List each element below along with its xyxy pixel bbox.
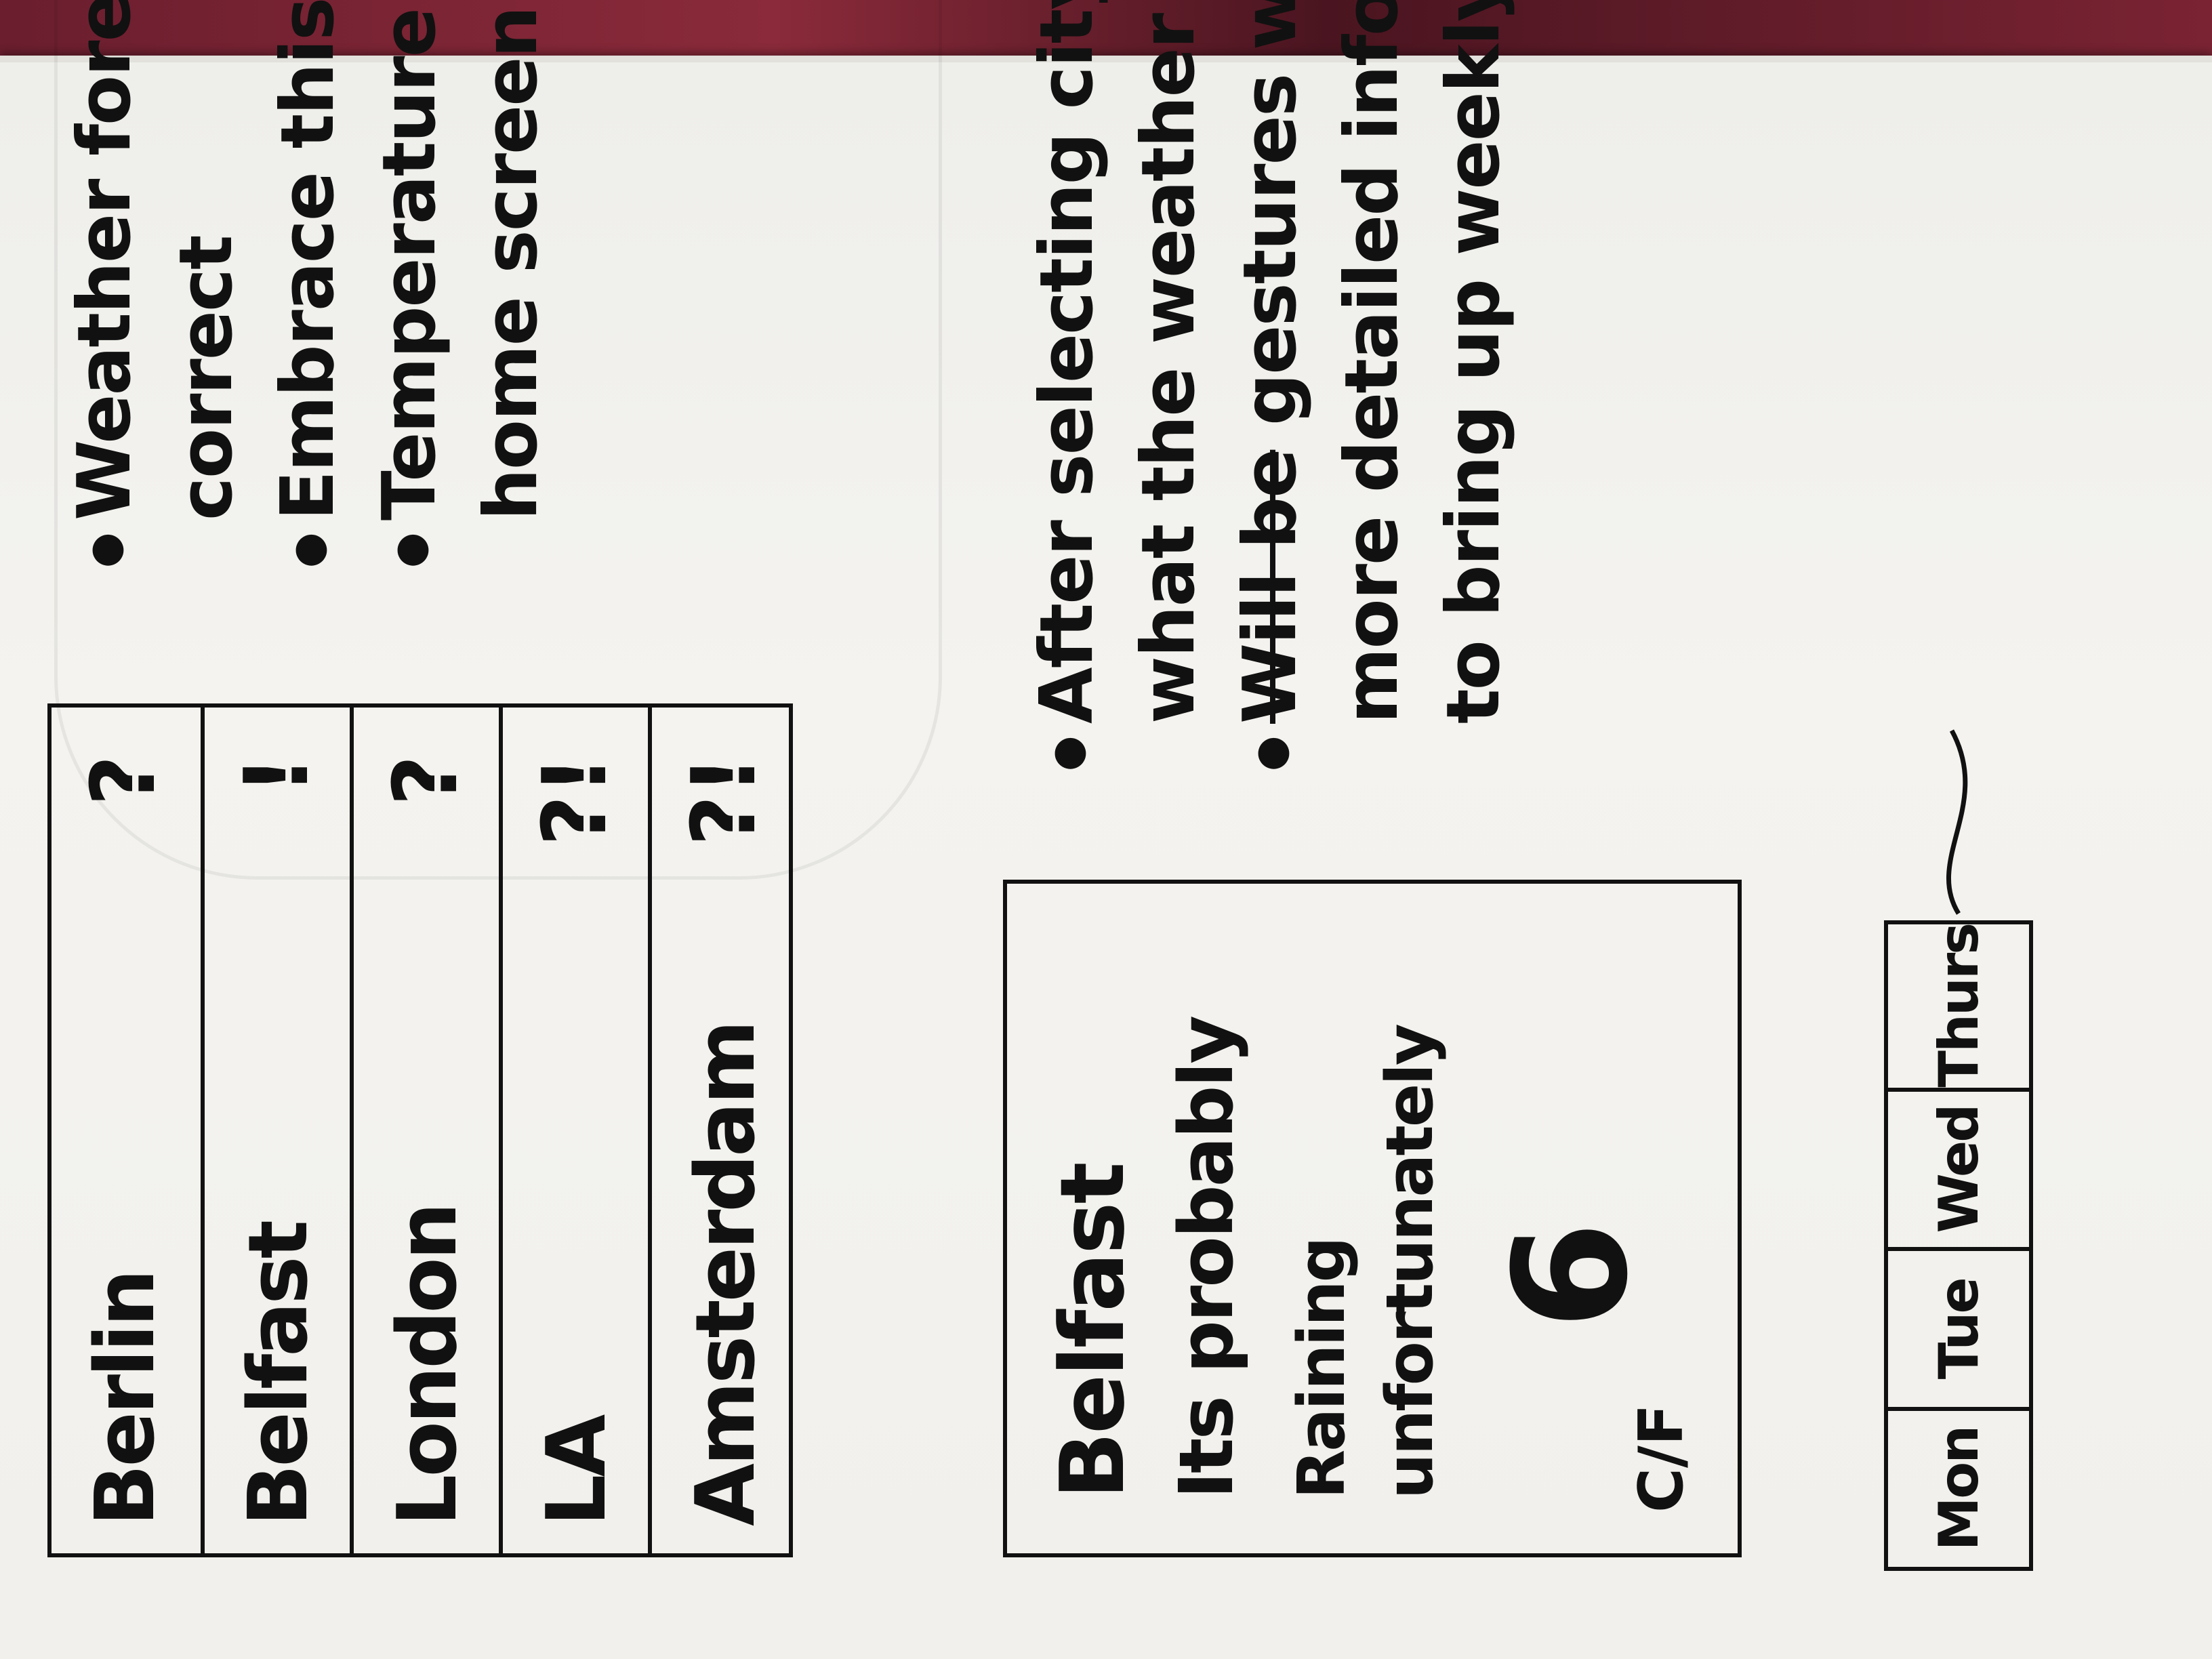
note-item: Temperature won't be shown on main home …: [359, 0, 562, 568]
note-item: Embrace this fact and make joke of it: [258, 0, 359, 568]
day-thurs[interactable]: Thurs: [1888, 924, 2029, 1088]
detail-city-title: Belfast: [1041, 1164, 1144, 1499]
design-notes-bottom: After selecting city the app will calcul…: [1017, 0, 1525, 771]
city-forecast-mark: !: [225, 755, 328, 796]
city-forecast-mark: ?!: [523, 755, 626, 846]
pointer-arrow-icon: [1946, 729, 1968, 915]
design-notes-top: Weather forecasting isn't always correct…: [54, 0, 562, 568]
detail-temperature: 6: [1481, 1223, 1662, 1330]
weekly-forecast-strip: Mon Tue Wed Thurs: [1884, 920, 2033, 1571]
city-row-berlin[interactable]: Berlin ?: [52, 708, 201, 1553]
sketch-canvas: Berlin ? Belfast ! London ? LA ?! Amster…: [0, 0, 2212, 1659]
day-wed[interactable]: Wed: [1888, 1087, 2029, 1248]
city-name: Amsterdam: [679, 1022, 773, 1526]
city-row-belfast[interactable]: Belfast !: [201, 708, 350, 1553]
unit-toggle[interactable]: C/F: [1626, 1404, 1697, 1513]
city-name: London: [381, 1204, 475, 1526]
city-name: Belfast: [232, 1223, 326, 1526]
note-item: After selecting city the app will calcul…: [1017, 0, 1220, 771]
detail-condition-text: Raining: [1285, 1238, 1359, 1499]
city-forecast-mark: ?!: [672, 755, 775, 846]
city-row-london[interactable]: London ?: [350, 708, 499, 1553]
struck-text: Will be: [1228, 449, 1313, 724]
city-row-amsterdam[interactable]: Amsterdam ?!: [648, 708, 797, 1553]
city-name: Berlin: [79, 1271, 173, 1526]
day-mon[interactable]: Mon: [1888, 1407, 2029, 1567]
city-name: LA: [530, 1416, 624, 1526]
note-item: Weather forecasting isn't always correct: [54, 0, 258, 568]
detail-comment-text: unfortunately: [1373, 1025, 1448, 1499]
detail-probability-text: Its probably: [1163, 1017, 1250, 1499]
city-detail-wireframe: Belfast Its probably Raining unfortunate…: [1003, 880, 1742, 1557]
city-forecast-mark: ?: [374, 755, 477, 806]
day-tue[interactable]: Tue: [1888, 1247, 2029, 1408]
city-forecast-mark: ?: [72, 755, 175, 806]
city-list-wireframe: Berlin ? Belfast ! London ? LA ?! Amster…: [47, 703, 797, 1557]
note-item: Will be gestures will be used to bring u…: [1220, 0, 1525, 771]
city-row-la[interactable]: LA ?!: [499, 708, 648, 1553]
